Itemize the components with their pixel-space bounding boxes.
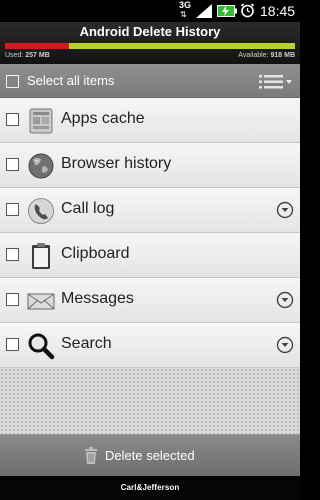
list-item-search[interactable]: Search: [0, 323, 300, 368]
expand-icon[interactable]: [276, 291, 294, 309]
brand-bar: Carl&Jefferson: [0, 476, 300, 500]
network-type: 3G: [179, 0, 192, 10]
empty-list-area: [0, 368, 300, 434]
list-item-apps-cache[interactable]: Apps cache: [0, 98, 300, 143]
clock: 18:45: [260, 3, 296, 19]
signal-icon: [196, 4, 212, 18]
select-all-bar[interactable]: Select all items: [0, 64, 300, 98]
history-list: Apps cache Browser history Call log Clip…: [0, 98, 300, 368]
item-label: Clipboard: [61, 245, 130, 262]
item-checkbox[interactable]: [6, 293, 19, 306]
item-label: Call log: [61, 200, 115, 217]
item-checkbox[interactable]: [6, 158, 19, 171]
storage-used-label: Used: 257 MB: [5, 52, 50, 59]
globe-icon: [28, 153, 54, 179]
list-item-messages[interactable]: Messages: [0, 278, 300, 323]
select-all-checkbox[interactable]: [6, 75, 19, 88]
item-label: Browser history: [61, 155, 172, 172]
item-label: Messages: [61, 290, 134, 307]
used-value: 257 MB: [25, 52, 50, 59]
used-text: Used:: [5, 52, 24, 59]
available-value: 918 MB: [270, 52, 295, 59]
item-checkbox[interactable]: [6, 113, 19, 126]
delete-selected-button[interactable]: Delete selected: [0, 434, 300, 476]
item-checkbox[interactable]: [6, 248, 19, 261]
storage-available-label: Available: 918 MB: [238, 52, 295, 59]
envelope-icon: [27, 293, 55, 310]
phone-icon: [28, 198, 54, 224]
trash-icon: [85, 447, 97, 464]
magnifier-icon: [28, 333, 55, 360]
battery-charging-icon: [217, 5, 237, 17]
item-label: Apps cache: [61, 110, 145, 127]
storage-used-fill: [5, 43, 69, 49]
available-text: Available:: [238, 52, 269, 59]
alarm-icon: [240, 3, 255, 18]
app-header: Android Delete History Used: 257 MB Avai…: [0, 22, 300, 64]
item-label: Search: [61, 335, 112, 352]
apps-cache-icon: [29, 108, 53, 134]
network-activity-icon: ⇅: [180, 10, 187, 19]
list-view-icon[interactable]: [259, 73, 293, 91]
list-item-browser-history[interactable]: Browser history: [0, 143, 300, 188]
app-title: Android Delete History: [79, 24, 221, 39]
select-all-label[interactable]: Select all items: [27, 73, 114, 88]
item-checkbox[interactable]: [6, 203, 19, 216]
clipboard-icon: [32, 243, 50, 269]
list-item-call-log[interactable]: Call log: [0, 188, 300, 233]
list-item-clipboard[interactable]: Clipboard: [0, 233, 300, 278]
delete-selected-label: Delete selected: [105, 448, 195, 463]
expand-icon[interactable]: [276, 201, 294, 219]
status-bar: 3G ⇅ 18:45: [0, 0, 300, 22]
brand-logo: Carl&Jefferson: [120, 483, 180, 492]
storage-bar: [5, 43, 295, 49]
expand-icon[interactable]: [276, 336, 294, 354]
item-checkbox[interactable]: [6, 338, 19, 351]
